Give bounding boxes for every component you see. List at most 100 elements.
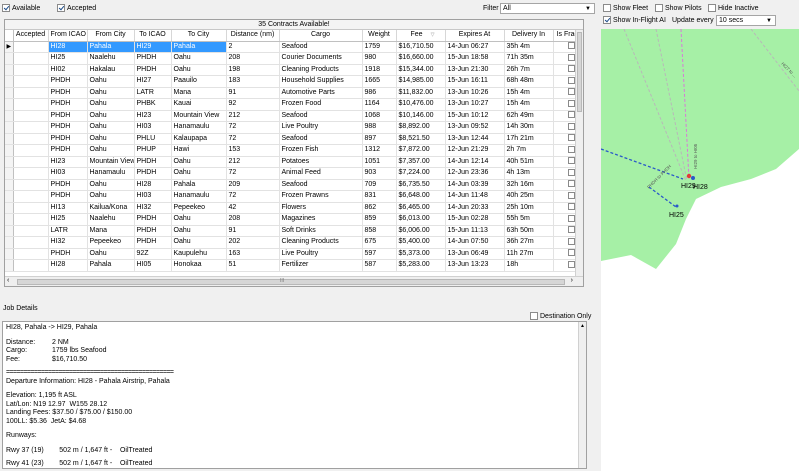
table-cell[interactable]: 980: [362, 52, 397, 65]
table-row[interactable]: ▶ HI28 Pahala HI29 Pahala 2 Seafood 1759 $16,710…: [5, 41, 583, 53]
table-row[interactable]: HI25 Naalehu PHDH Oahu 208 Magazines 859 $6,013…: [5, 213, 583, 226]
table-cell[interactable]: $8,521.50: [396, 133, 446, 145]
row-header[interactable]: [5, 190, 14, 203]
is-fragile-checkbox[interactable]: [567, 237, 575, 245]
table-cell[interactable]: 72: [226, 133, 280, 145]
table-cell[interactable]: Oahu: [87, 133, 135, 145]
table-cell[interactable]: [13, 52, 49, 65]
row-header[interactable]: [5, 225, 14, 237]
table-cell[interactable]: 15-Jun 10:12: [445, 110, 505, 122]
table-cell[interactable]: 68h 48m: [504, 75, 554, 88]
show-pilots-checkbox[interactable]: Show Pilots: [655, 4, 702, 12]
table-cell[interactable]: Pahala: [87, 41, 135, 53]
table-cell[interactable]: Seafood: [279, 41, 363, 53]
table-cell[interactable]: [13, 121, 49, 134]
table-row[interactable]: HI02 Hakalau PHDH Oahu 198 Cleaning Products 1…: [5, 64, 583, 76]
table-cell[interactable]: 12-Jun 21:29: [445, 144, 505, 157]
map-view[interactable]: HI29 HI28 HI25 HI29 to HI05 PHDH to PHDH…: [601, 29, 799, 471]
table-cell[interactable]: Seafood: [279, 110, 363, 122]
table-cell[interactable]: $7,872.00: [396, 144, 446, 157]
airport-marker-hi25[interactable]: [675, 204, 679, 208]
table-cell[interactable]: 62h 49m: [504, 110, 554, 122]
airport-marker-hi28[interactable]: [691, 176, 695, 180]
table-cell[interactable]: 903: [362, 167, 397, 180]
table-cell[interactable]: HI03: [134, 121, 172, 134]
table-cell[interactable]: 209: [226, 179, 280, 191]
table-cell[interactable]: 35h 4m: [504, 41, 554, 53]
is-fragile-checkbox[interactable]: [567, 111, 575, 119]
row-header[interactable]: [5, 110, 14, 122]
table-cell[interactable]: 40h 25m: [504, 190, 554, 203]
table-cell[interactable]: PHDH: [48, 248, 88, 260]
table-cell[interactable]: 14-Jun 07:50: [445, 236, 505, 249]
table-cell[interactable]: Oahu: [171, 213, 227, 226]
table-cell[interactable]: Oahu: [171, 167, 227, 180]
row-header[interactable]: [5, 144, 14, 157]
row-header[interactable]: [5, 202, 14, 214]
table-cell[interactable]: $6,013.00: [396, 213, 446, 226]
table-cell[interactable]: HI27: [134, 75, 172, 88]
table-cell[interactable]: Potatoes: [279, 156, 363, 168]
table-cell[interactable]: [13, 167, 49, 180]
table-cell[interactable]: PHUP: [134, 144, 172, 157]
table-cell[interactable]: 25h 10m: [504, 202, 554, 214]
details-vertical-scrollbar[interactable]: ▲: [578, 322, 586, 468]
table-cell[interactable]: 2: [226, 41, 280, 53]
update-interval-dropdown[interactable]: 10 secs ▼: [716, 15, 776, 26]
table-cell[interactable]: HI03: [134, 190, 172, 203]
table-row[interactable]: HI13 Kailua/Kona HI32 Pepeekeo 42 Flowers 862 $…: [5, 202, 583, 214]
is-fragile-checkbox[interactable]: [567, 145, 575, 153]
table-cell[interactable]: $6,735.50: [396, 179, 446, 191]
table-cell[interactable]: Naalehu: [87, 213, 135, 226]
table-cell[interactable]: [13, 179, 49, 191]
contracts-grid[interactable]: 35 Contracts Available! Accepted From IC…: [4, 19, 584, 287]
table-cell[interactable]: Courier Documents: [279, 52, 363, 65]
table-cell[interactable]: Oahu: [171, 64, 227, 76]
table-row[interactable]: HI03 Hanamaulu PHDH Oahu 72 Animal Feed 903 $7,…: [5, 167, 583, 180]
table-row[interactable]: PHDH Oahu HI27 Paauilo 183 Household Supplies…: [5, 75, 583, 88]
table-cell[interactable]: HI23: [134, 110, 172, 122]
row-header[interactable]: [5, 133, 14, 145]
table-cell[interactable]: 13-Jun 21:30: [445, 64, 505, 76]
table-cell[interactable]: PHDH: [134, 213, 172, 226]
table-cell[interactable]: 63h 50m: [504, 225, 554, 237]
table-cell[interactable]: PHDH: [134, 225, 172, 237]
table-cell[interactable]: Oahu: [171, 236, 227, 249]
table-cell[interactable]: Oahu: [87, 75, 135, 88]
table-row[interactable]: PHDH Oahu HI03 Hanamaulu 72 Frozen Prawns 831 $…: [5, 190, 583, 203]
table-cell[interactable]: HI25: [48, 213, 88, 226]
table-cell[interactable]: [13, 64, 49, 76]
table-cell[interactable]: Fertilizer: [279, 259, 363, 272]
table-cell[interactable]: $16,710.50: [396, 41, 446, 53]
table-cell[interactable]: [13, 259, 49, 272]
table-cell[interactable]: Hakalau: [87, 64, 135, 76]
table-cell[interactable]: 91: [226, 225, 280, 237]
is-fragile-checkbox[interactable]: [567, 226, 575, 234]
table-cell[interactable]: $6,648.00: [396, 190, 446, 203]
table-cell[interactable]: $15,344.00: [396, 64, 446, 76]
row-header[interactable]: [5, 213, 14, 226]
table-cell[interactable]: PHDH: [134, 156, 172, 168]
table-cell[interactable]: 92Z: [134, 248, 172, 260]
table-cell[interactable]: 14-Jun 20:33: [445, 202, 505, 214]
scroll-up-arrow-icon[interactable]: ▲: [580, 322, 585, 331]
table-cell[interactable]: Oahu: [171, 156, 227, 168]
table-cell[interactable]: 55h 5m: [504, 213, 554, 226]
table-cell[interactable]: Honokaa: [171, 259, 227, 272]
table-cell[interactable]: 1312: [362, 144, 397, 157]
is-fragile-checkbox[interactable]: [567, 53, 575, 61]
grid-horizontal-scrollbar[interactable]: ‹ III ›: [5, 276, 583, 286]
table-cell[interactable]: Oahu: [87, 87, 135, 99]
table-cell[interactable]: $7,224.00: [396, 167, 446, 180]
table-cell[interactable]: Kauai: [171, 98, 227, 111]
table-cell[interactable]: [13, 156, 49, 168]
column-header[interactable]: To ICAO: [134, 30, 172, 42]
table-cell[interactable]: 153: [226, 144, 280, 157]
row-header[interactable]: [5, 236, 14, 249]
table-row[interactable]: PHDH Oahu HI03 Hanamaulu 72 Live Poultry 988 $8…: [5, 121, 583, 134]
table-cell[interactable]: PHDH: [48, 190, 88, 203]
table-row[interactable]: HI23 Mountain View PHDH Oahu 212 Potatoes 1051…: [5, 156, 583, 168]
table-cell[interactable]: 212: [226, 156, 280, 168]
row-header[interactable]: [5, 179, 14, 191]
is-fragile-checkbox[interactable]: [567, 42, 575, 50]
